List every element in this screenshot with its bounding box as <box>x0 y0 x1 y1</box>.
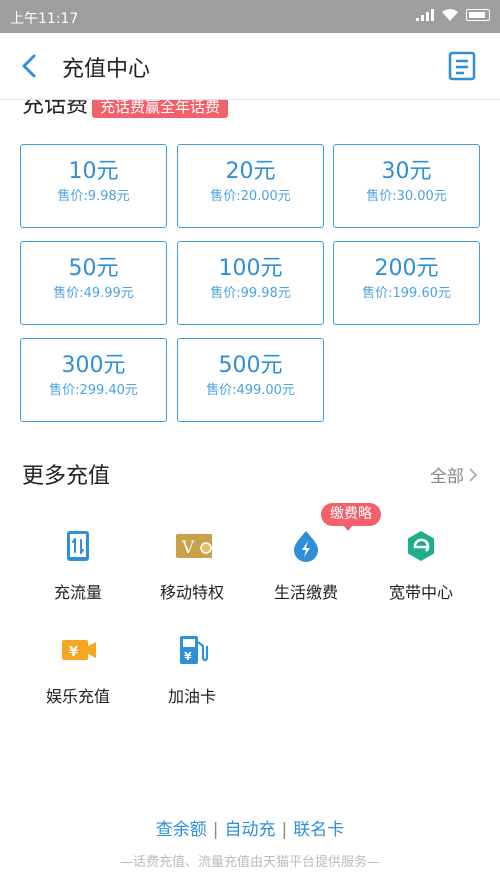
svg-text:¥: ¥ <box>69 645 78 660</box>
option-amount: 300元 <box>61 353 126 378</box>
topup-option-200[interactable]: 200元 售价:199.60元 <box>333 241 480 325</box>
service-label: 充流量 <box>53 583 102 602</box>
topup-option-20[interactable]: 20元 售价:20.00元 <box>177 144 324 228</box>
mobile-privilege-icon: V <box>176 534 212 558</box>
service-mobile-privilege[interactable]: V 移动特权 <box>137 530 247 620</box>
topup-option-30[interactable]: 30元 售价:30.00元 <box>333 144 480 228</box>
service-fuel-card[interactable]: ¥ 加油卡 <box>137 634 247 724</box>
fuel-card-icon: ¥ <box>180 636 208 664</box>
option-price: 售价:9.98元 <box>57 189 130 204</box>
more-topup-title: 更多充值 <box>22 464 111 489</box>
option-price: 售价:30.00元 <box>366 189 447 204</box>
status-time: 上午11:17 <box>10 11 79 27</box>
option-price: 售价:199.60元 <box>362 286 451 301</box>
promo-badge: 缴费略 <box>321 503 381 531</box>
topup-option-10[interactable]: 10元 售价:9.98元 <box>20 144 167 228</box>
svg-text:V: V <box>181 538 195 558</box>
option-amount: 10元 <box>68 159 119 184</box>
service-label: 宽带中心 <box>388 583 453 602</box>
service-label: 娱乐充值 <box>45 687 110 706</box>
wifi-icon <box>442 9 458 21</box>
auto-topup-link[interactable]: 自动充 <box>225 820 276 840</box>
utility-bill-icon <box>294 531 318 562</box>
data-traffic-icon <box>67 531 89 561</box>
topup-option-300[interactable]: 300元 售价:299.40元 <box>20 338 167 422</box>
option-amount: 30元 <box>381 159 432 184</box>
topup-option-100[interactable]: 100元 售价:99.98元 <box>177 241 324 325</box>
svg-text:¥: ¥ <box>184 650 192 663</box>
view-all-link[interactable]: 全部 <box>430 462 478 487</box>
back-arrow-icon[interactable] <box>16 52 44 80</box>
service-label: 加油卡 <box>167 687 216 706</box>
service-broadband[interactable]: 宽带中心 <box>366 530 476 620</box>
option-amount: 50元 <box>68 256 119 281</box>
footer-note: —话费充值、流量充值由天猫平台提供服务— <box>119 855 380 870</box>
service-utility-bill[interactable]: 生活缴费 <box>251 530 361 620</box>
option-price: 售价:299.40元 <box>49 383 138 398</box>
option-amount: 200元 <box>374 256 439 281</box>
option-amount: 20元 <box>225 159 276 184</box>
status-bar: 上午11:17 <box>0 0 500 33</box>
service-data-traffic[interactable]: 充流量 <box>23 530 133 620</box>
service-label: 生活缴费 <box>273 583 338 602</box>
topup-option-500[interactable]: 500元 售价:499.00元 <box>177 338 324 422</box>
check-balance-link[interactable]: 查余额 <box>156 820 207 840</box>
option-price: 售价:49.99元 <box>53 286 134 301</box>
option-price: 售价:20.00元 <box>210 189 291 204</box>
footer-links: 查余额 | 自动充 | 联名卡 <box>0 815 500 840</box>
option-amount: 100元 <box>218 256 283 281</box>
records-list-icon[interactable] <box>448 51 476 81</box>
page-title: 充值中心 <box>62 57 151 82</box>
separator: | <box>212 820 219 840</box>
service-label: 移动特权 <box>159 583 224 602</box>
chevron-right-icon <box>469 467 478 482</box>
option-price: 售价:99.98元 <box>210 286 291 301</box>
option-amount: 500元 <box>218 353 283 378</box>
system-icons <box>416 9 490 21</box>
option-price: 售价:499.00元 <box>206 383 295 398</box>
title-bar-overlay: 充值中心 <box>0 33 500 100</box>
broadband-icon <box>408 531 434 561</box>
service-entertainment[interactable]: ¥ 娱乐充值 <box>23 634 133 724</box>
entertainment-icon: ¥ <box>62 640 96 660</box>
more-topup-header: 更多充值 全部 <box>22 456 478 492</box>
view-all-label: 全部 <box>430 467 464 487</box>
cobrand-card-link[interactable]: 联名卡 <box>293 820 344 840</box>
signal-icon <box>416 9 434 21</box>
topup-option-50[interactable]: 50元 售价:49.99元 <box>20 241 167 325</box>
battery-icon <box>466 9 490 21</box>
separator: | <box>281 820 288 840</box>
